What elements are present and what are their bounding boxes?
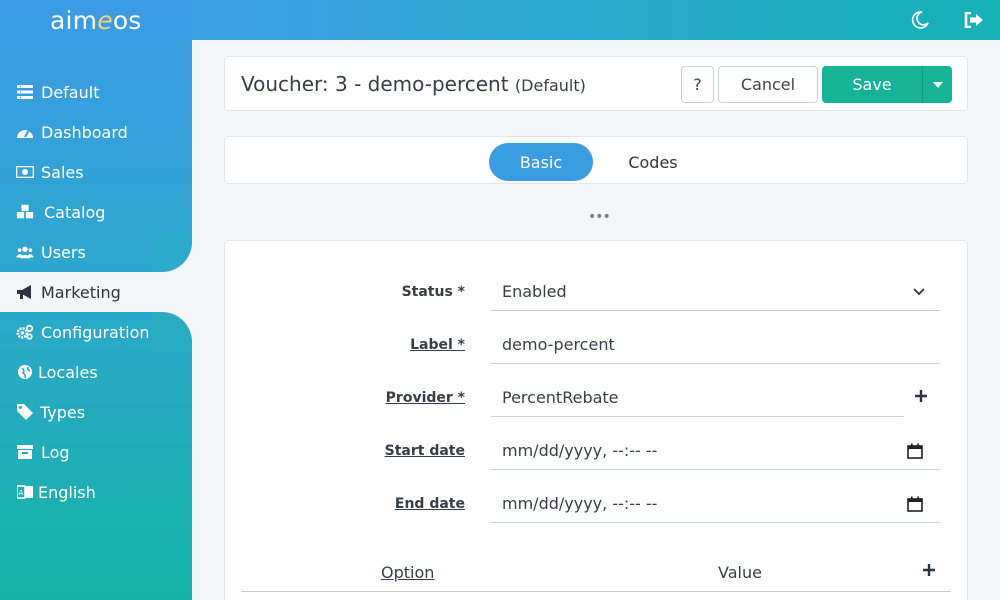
sidebar-item-catalog[interactable]: Catalog — [0, 192, 192, 232]
sidebar-item-locales[interactable]: Locales — [0, 352, 192, 392]
top-bar — [192, 0, 1000, 40]
cancel-button[interactable]: Cancel — [718, 66, 818, 103]
add-provider-icon[interactable] — [911, 386, 931, 406]
voucher-form: Status * Enabled Label * demo-percent Pr… — [224, 240, 968, 600]
status-label: Status * — [401, 284, 465, 300]
item-header: Voucher: 3 - demo-percent (Default) ? Ca… — [224, 56, 968, 111]
help-button[interactable]: ? — [681, 66, 714, 103]
list-icon — [16, 84, 34, 100]
end-date-input[interactable]: mm/dd/yyyy, --:-- -- — [491, 485, 940, 523]
caret-down-icon — [932, 81, 943, 88]
sidebar-item-types[interactable]: Types — [0, 392, 192, 432]
option-column-header[interactable]: Option — [381, 563, 434, 582]
language-icon: A — [16, 484, 34, 500]
archive-icon — [16, 444, 34, 460]
aimeos-logo[interactable]: aimeos — [50, 6, 142, 35]
sidebar-item-label: Types — [40, 402, 86, 422]
tab-codes[interactable]: Codes — [603, 143, 703, 181]
sidebar-item-label: Default — [41, 82, 100, 102]
sidebar-item-default[interactable]: Default — [0, 72, 192, 112]
cogs-icon — [16, 324, 34, 340]
start-date-label: Start date — [384, 443, 465, 459]
divider — [241, 591, 951, 592]
label-input[interactable]: demo-percent — [491, 326, 940, 364]
tag-icon — [16, 404, 34, 420]
sidebar-item-marketing[interactable]: Marketing — [0, 272, 192, 312]
provider-input[interactable]: PercentRebate — [491, 379, 904, 417]
tab-bar: Basic Codes — [224, 136, 968, 184]
users-icon — [16, 244, 34, 260]
sidebar-item-label: Catalog — [44, 202, 106, 222]
money-icon — [16, 164, 34, 180]
calendar-icon[interactable] — [905, 494, 925, 514]
calendar-icon[interactable] — [905, 441, 925, 461]
sidebar-item-configuration[interactable]: Configuration — [0, 312, 192, 352]
page-title: Voucher: 3 - demo-percent (Default) — [241, 72, 586, 96]
sidebar-item-log[interactable]: Log — [0, 432, 192, 472]
chevron-down-icon — [909, 282, 929, 302]
status-value: Enabled — [502, 282, 567, 301]
save-options-toggle[interactable] — [922, 66, 952, 103]
megaphone-icon — [16, 284, 34, 300]
moon-icon[interactable] — [908, 8, 932, 32]
cubes-icon — [16, 204, 34, 220]
sidebar-item-label: English — [38, 482, 96, 502]
sidebar-item-english[interactable]: A English — [0, 472, 192, 512]
svg-text:A: A — [19, 489, 24, 497]
sidebar-item-label: Log — [41, 442, 70, 462]
globe-icon — [16, 364, 34, 380]
sidebar: aimeos Default Dashboard Sales Catalog U… — [0, 0, 192, 600]
value-column-header: Value — [718, 563, 762, 582]
sidebar-item-label: Configuration — [41, 322, 150, 342]
tab-basic[interactable]: Basic — [489, 143, 593, 181]
sidebar-item-users[interactable]: Users — [0, 232, 192, 272]
sidebar-item-label: Users — [41, 242, 86, 262]
label-label: Label * — [410, 337, 465, 353]
status-select[interactable]: Enabled — [491, 273, 940, 311]
more-options-icon[interactable]: ••• — [588, 209, 611, 225]
sidebar-item-label: Locales — [38, 362, 98, 382]
sidebar-item-label: Sales — [41, 162, 84, 182]
sidebar-item-dashboard[interactable]: Dashboard — [0, 112, 192, 152]
sidebar-item-sales[interactable]: Sales — [0, 152, 192, 192]
sidebar-item-label: Dashboard — [41, 122, 128, 142]
sidebar-item-label: Marketing — [41, 282, 121, 302]
add-option-icon[interactable] — [919, 560, 939, 580]
save-button[interactable]: Save — [822, 66, 922, 103]
provider-label: Provider * — [385, 390, 465, 406]
logout-icon[interactable] — [962, 8, 986, 32]
site-label: (Default) — [514, 76, 586, 95]
end-date-label: End date — [394, 496, 465, 512]
start-date-input[interactable]: mm/dd/yyyy, --:-- -- — [491, 432, 940, 470]
gauge-icon — [16, 124, 34, 140]
